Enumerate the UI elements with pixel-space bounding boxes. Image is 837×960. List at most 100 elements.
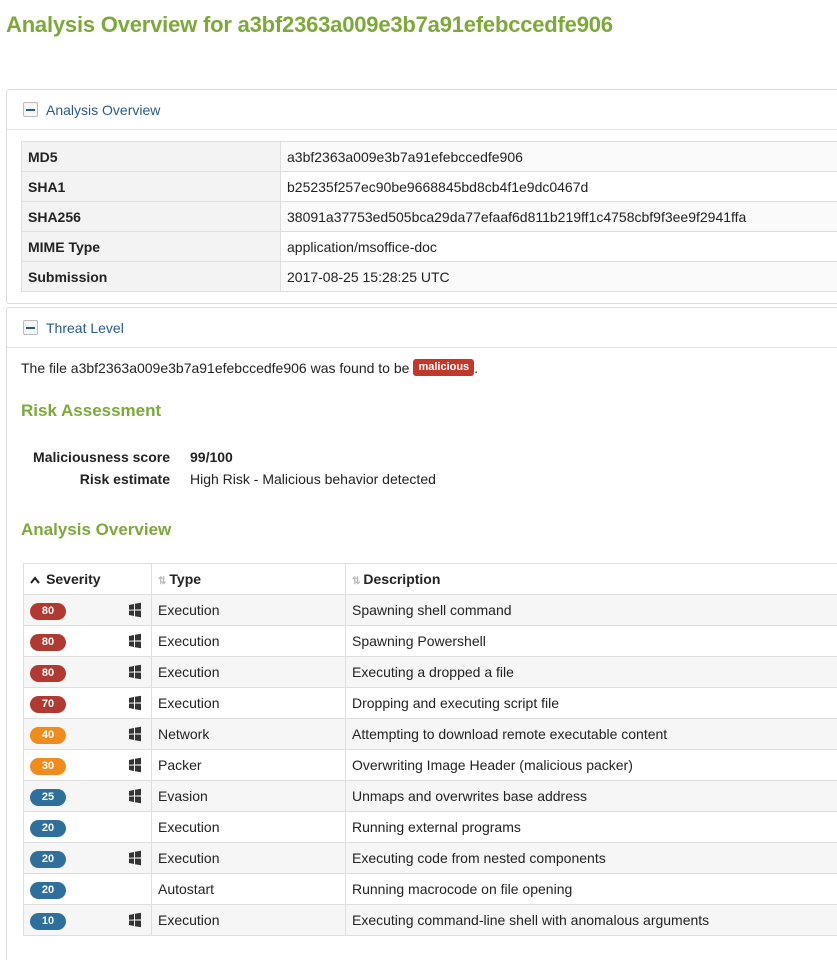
table-row[interactable]: 40 Network Attempting to download remote e… <box>23 718 837 750</box>
windows-icon <box>127 664 143 680</box>
table-row[interactable]: 20 Execution Executing code from nested co… <box>23 842 837 874</box>
table-row[interactable]: 20 Autostart Running macrocode on file ope… <box>23 873 837 905</box>
hash-key: SHA256 <box>21 201 281 232</box>
severity-score-badge: 80 <box>30 633 66 651</box>
severity-header-label: Severity <box>46 571 101 587</box>
analysis-overview-panel-header[interactable]: Analysis Overview <box>7 90 837 130</box>
hash-key: MIME Type <box>21 231 281 262</box>
table-row: MD5 a3bf2363a009e3b7a91efebccedfe906 <box>21 141 837 172</box>
windows-icon <box>127 788 143 804</box>
minus-icon[interactable] <box>23 320 38 335</box>
description-header-label: Description <box>363 571 441 587</box>
description-cell: Unmaps and overwrites base address <box>345 780 837 812</box>
severity-score-badge: 10 <box>30 912 66 930</box>
hash-value: 38091a37753ed505bca29da77efaaf6d811b219f… <box>280 201 837 232</box>
page-title: Analysis Overview for a3bf2363a009e3b7a9… <box>6 12 613 37</box>
type-header-label: Type <box>169 571 202 587</box>
type-cell: Execution <box>151 811 346 843</box>
analysis-overview-heading: Analysis Overview <box>21 520 172 539</box>
description-cell: Spawning Powershell <box>345 625 837 657</box>
windows-icon <box>127 850 143 866</box>
table-row[interactable]: 10 Execution Executing command-line shell … <box>23 904 837 936</box>
severity-cell: 80 <box>23 625 152 657</box>
description-cell: Spawning shell command <box>345 594 837 626</box>
severity-cell: 30 <box>23 749 152 781</box>
sort-icon: ⇅ <box>158 576 167 587</box>
table-row[interactable]: 80 Execution Spawning shell command <box>23 594 837 626</box>
description-cell: Overwriting Image Header (malicious pack… <box>345 749 837 781</box>
minus-icon[interactable] <box>23 102 38 117</box>
verdict-text: The file a3bf2363a009e3b7a91efebccedfe90… <box>21 359 410 376</box>
page: Analysis Overview for a3bf2363a009e3b7a9… <box>0 0 837 960</box>
threat-level-panel: Threat Level The file a3bf2363a009e3b7a9… <box>6 307 837 960</box>
hash-key: Submission <box>21 261 281 292</box>
severity-score-badge: 20 <box>30 881 66 899</box>
type-cell: Execution <box>151 687 346 719</box>
verdict-line: The file a3bf2363a009e3b7a91efebccedfe90… <box>21 359 478 376</box>
windows-icon <box>127 757 143 773</box>
type-column-header[interactable]: ⇅ Type <box>151 563 346 595</box>
severity-cell: 80 <box>23 656 152 688</box>
hash-value: application/msoffice-doc <box>280 231 837 262</box>
table-row: SHA256 38091a37753ed505bca29da77efaaf6d8… <box>21 201 837 232</box>
threat-level-panel-header[interactable]: Threat Level <box>7 308 837 348</box>
windows-icon <box>127 602 143 618</box>
severity-score-badge: 80 <box>30 664 66 682</box>
severity-cell: 20 <box>23 811 152 843</box>
severity-cell: 20 <box>23 842 152 874</box>
severity-score-badge: 20 <box>30 819 66 837</box>
table-header-row: Severity ⇅ Type ⇅ Description <box>23 563 837 595</box>
type-cell: Execution <box>151 594 346 626</box>
table-row[interactable]: 30 Packer Overwriting Image Header (malici… <box>23 749 837 781</box>
description-cell: Executing a dropped a file <box>345 656 837 688</box>
type-cell: Execution <box>151 625 346 657</box>
description-cell: Executing code from nested components <box>345 842 837 874</box>
type-cell: Execution <box>151 656 346 688</box>
type-cell: Execution <box>151 904 346 936</box>
sort-icon: ⇅ <box>352 576 361 587</box>
risk-assessment: Maliciousness score 99/100 Risk estimate… <box>21 446 436 490</box>
table-row: MIME Type application/msoffice-doc <box>21 231 837 262</box>
hash-value: 2017-08-25 15:28:25 UTC <box>280 261 837 292</box>
description-cell: Running macrocode on file opening <box>345 873 837 905</box>
severity-score-badge: 40 <box>30 726 66 744</box>
table-row[interactable]: 25 Evasion Unmaps and overwrites base addr… <box>23 780 837 812</box>
hash-key: SHA1 <box>21 171 281 202</box>
severity-score-badge: 20 <box>30 850 66 868</box>
description-cell: Running external programs <box>345 811 837 843</box>
description-cell: Dropping and executing script file <box>345 687 837 719</box>
hash-value: b25235f257ec90be9668845bd8cb4f1e9dc0467d <box>280 171 837 202</box>
type-cell: Evasion <box>151 780 346 812</box>
severity-score-badge: 80 <box>30 602 66 620</box>
hash-value: a3bf2363a009e3b7a91efebccedfe906 <box>280 141 837 172</box>
threat-level-panel-title[interactable]: Threat Level <box>46 320 124 336</box>
maliciousness-score-label: Maliciousness score <box>33 449 170 465</box>
severity-score-badge: 70 <box>30 695 66 713</box>
risk-assessment-heading: Risk Assessment <box>21 401 162 420</box>
description-column-header[interactable]: ⇅ Description <box>345 563 837 595</box>
severity-score-badge: 30 <box>30 757 66 775</box>
table-row[interactable]: 20 Execution Running external programs <box>23 811 837 843</box>
severity-cell: 25 <box>23 780 152 812</box>
windows-icon <box>127 695 143 711</box>
type-cell: Execution <box>151 842 346 874</box>
windows-icon <box>127 912 143 928</box>
severity-cell: 70 <box>23 687 152 719</box>
risk-estimate-value: High Risk - Malicious behavior detected <box>190 471 436 487</box>
signatures-table-body: 80 Execution Spawning shell command 80 Execu… <box>23 594 837 936</box>
description-cell: Attempting to download remote executable… <box>345 718 837 750</box>
chevron-up-icon <box>30 575 43 587</box>
description-cell: Executing command-line shell with anomal… <box>345 904 837 936</box>
risk-estimate-row: Risk estimate High Risk - Malicious beha… <box>21 468 436 490</box>
table-row[interactable]: 80 Execution Spawning Powershell <box>23 625 837 657</box>
type-cell: Network <box>151 718 346 750</box>
severity-column-header[interactable]: Severity <box>23 563 152 595</box>
severity-cell: 40 <box>23 718 152 750</box>
maliciousness-score-value: 99/100 <box>190 449 233 465</box>
windows-icon <box>127 633 143 649</box>
malicious-badge: malicious <box>413 359 475 376</box>
table-row[interactable]: 80 Execution Executing a dropped a file <box>23 656 837 688</box>
table-row[interactable]: 70 Execution Dropping and executing script… <box>23 687 837 719</box>
analysis-overview-panel-title[interactable]: Analysis Overview <box>46 102 160 118</box>
type-cell: Packer <box>151 749 346 781</box>
